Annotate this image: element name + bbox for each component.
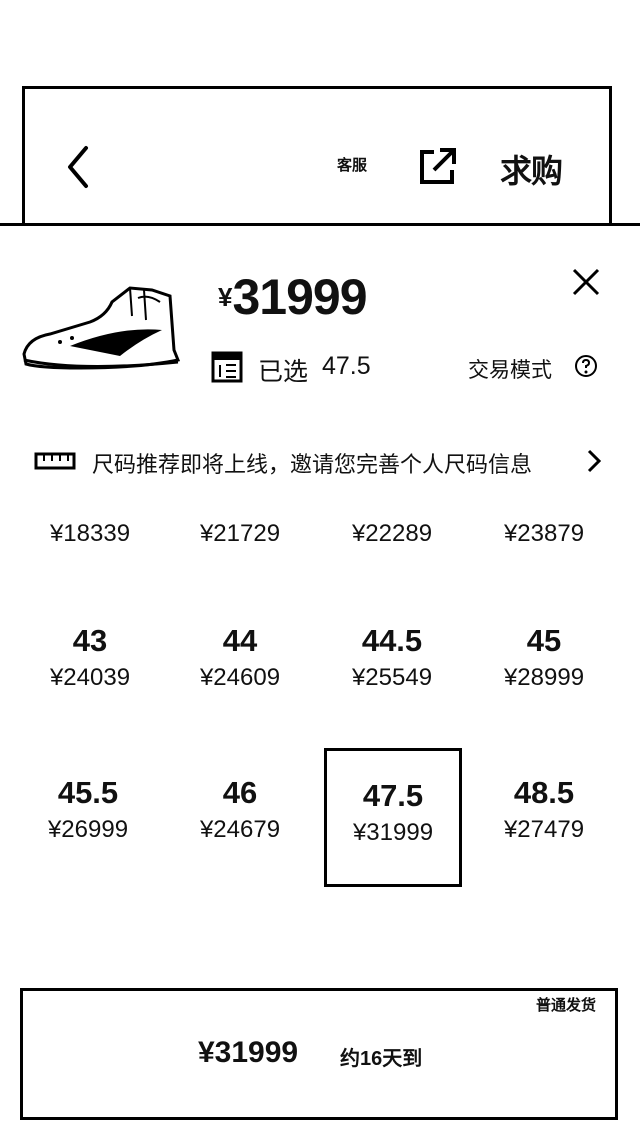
size-option[interactable]: 46 ¥24679 xyxy=(164,774,316,844)
selected-size: 47.5 xyxy=(322,352,371,380)
size-label: 45.5 xyxy=(57,775,119,810)
size-price: ¥22289 xyxy=(351,520,433,547)
size-label: 44.5 xyxy=(361,623,423,658)
size-label xyxy=(468,478,620,516)
size-option[interactable]: ¥23879 xyxy=(468,478,620,548)
size-label xyxy=(316,478,468,516)
ruler-icon xyxy=(34,452,76,470)
size-price: ¥21729 xyxy=(199,520,281,547)
share-icon[interactable] xyxy=(418,146,458,186)
price-value: 31999 xyxy=(232,269,367,325)
size-option[interactable]: ¥22289 xyxy=(316,478,468,548)
size-label: 47.5 xyxy=(362,778,424,813)
size-price: ¥18339 xyxy=(49,520,131,547)
selected-prefix: 已选 xyxy=(258,358,309,386)
product-price: ¥31999 xyxy=(218,268,368,326)
help-icon[interactable] xyxy=(574,354,598,378)
buy-button[interactable] xyxy=(20,988,618,1120)
size-price: ¥28999 xyxy=(503,664,585,691)
size-option[interactable]: ¥18339 xyxy=(14,478,166,548)
size-option[interactable]: ¥21729 xyxy=(164,478,316,548)
size-option[interactable]: 48.5 ¥27479 xyxy=(468,774,620,844)
customer-service-button[interactable]: 客服 xyxy=(330,148,374,184)
size-label: 43 xyxy=(72,623,108,658)
buy-price: ¥31999 xyxy=(198,1036,299,1069)
product-image xyxy=(22,286,180,370)
size-label: 48.5 xyxy=(513,775,575,810)
size-option-selected[interactable]: 47.5 ¥31999 xyxy=(324,748,462,887)
delivery-eta: 约16天到 xyxy=(340,1048,423,1070)
size-price: ¥24679 xyxy=(199,816,281,843)
size-price: ¥23879 xyxy=(503,520,585,547)
size-option[interactable]: 43 ¥24039 xyxy=(14,622,166,692)
chevron-right-icon[interactable] xyxy=(584,448,604,474)
size-option[interactable]: 44 ¥24609 xyxy=(164,622,316,692)
size-label xyxy=(164,478,316,516)
ticket-icon xyxy=(211,351,243,383)
size-option[interactable]: 45 ¥28999 xyxy=(468,622,620,692)
trade-mode-link[interactable]: 交易模式 xyxy=(468,354,552,384)
size-option[interactable]: 44.5 ¥25549 xyxy=(316,622,468,692)
sheet-divider xyxy=(0,223,640,226)
size-recommend-notice[interactable]: 尺码推荐即将上线，邀请您完善个人尺码信息 xyxy=(92,447,532,479)
size-price: ¥31999 xyxy=(352,819,434,846)
currency-symbol: ¥ xyxy=(218,282,233,312)
size-price: ¥26999 xyxy=(47,816,129,843)
back-icon[interactable] xyxy=(60,142,100,192)
want-to-buy-button[interactable]: 求购 xyxy=(500,146,563,192)
size-price: ¥25549 xyxy=(351,664,433,691)
size-label: 44 xyxy=(222,623,258,658)
size-option[interactable]: 45.5 ¥26999 xyxy=(12,774,164,844)
close-icon[interactable] xyxy=(566,262,606,302)
delivery-type-badge: 普通发货 xyxy=(536,997,597,1014)
size-price: ¥24039 xyxy=(49,664,131,691)
size-label xyxy=(14,478,166,516)
customer-service-label: 客服 xyxy=(336,157,367,174)
size-price: ¥24609 xyxy=(199,664,281,691)
size-price: ¥27479 xyxy=(503,816,585,843)
size-label: 45 xyxy=(526,623,562,658)
size-label: 46 xyxy=(222,775,258,810)
